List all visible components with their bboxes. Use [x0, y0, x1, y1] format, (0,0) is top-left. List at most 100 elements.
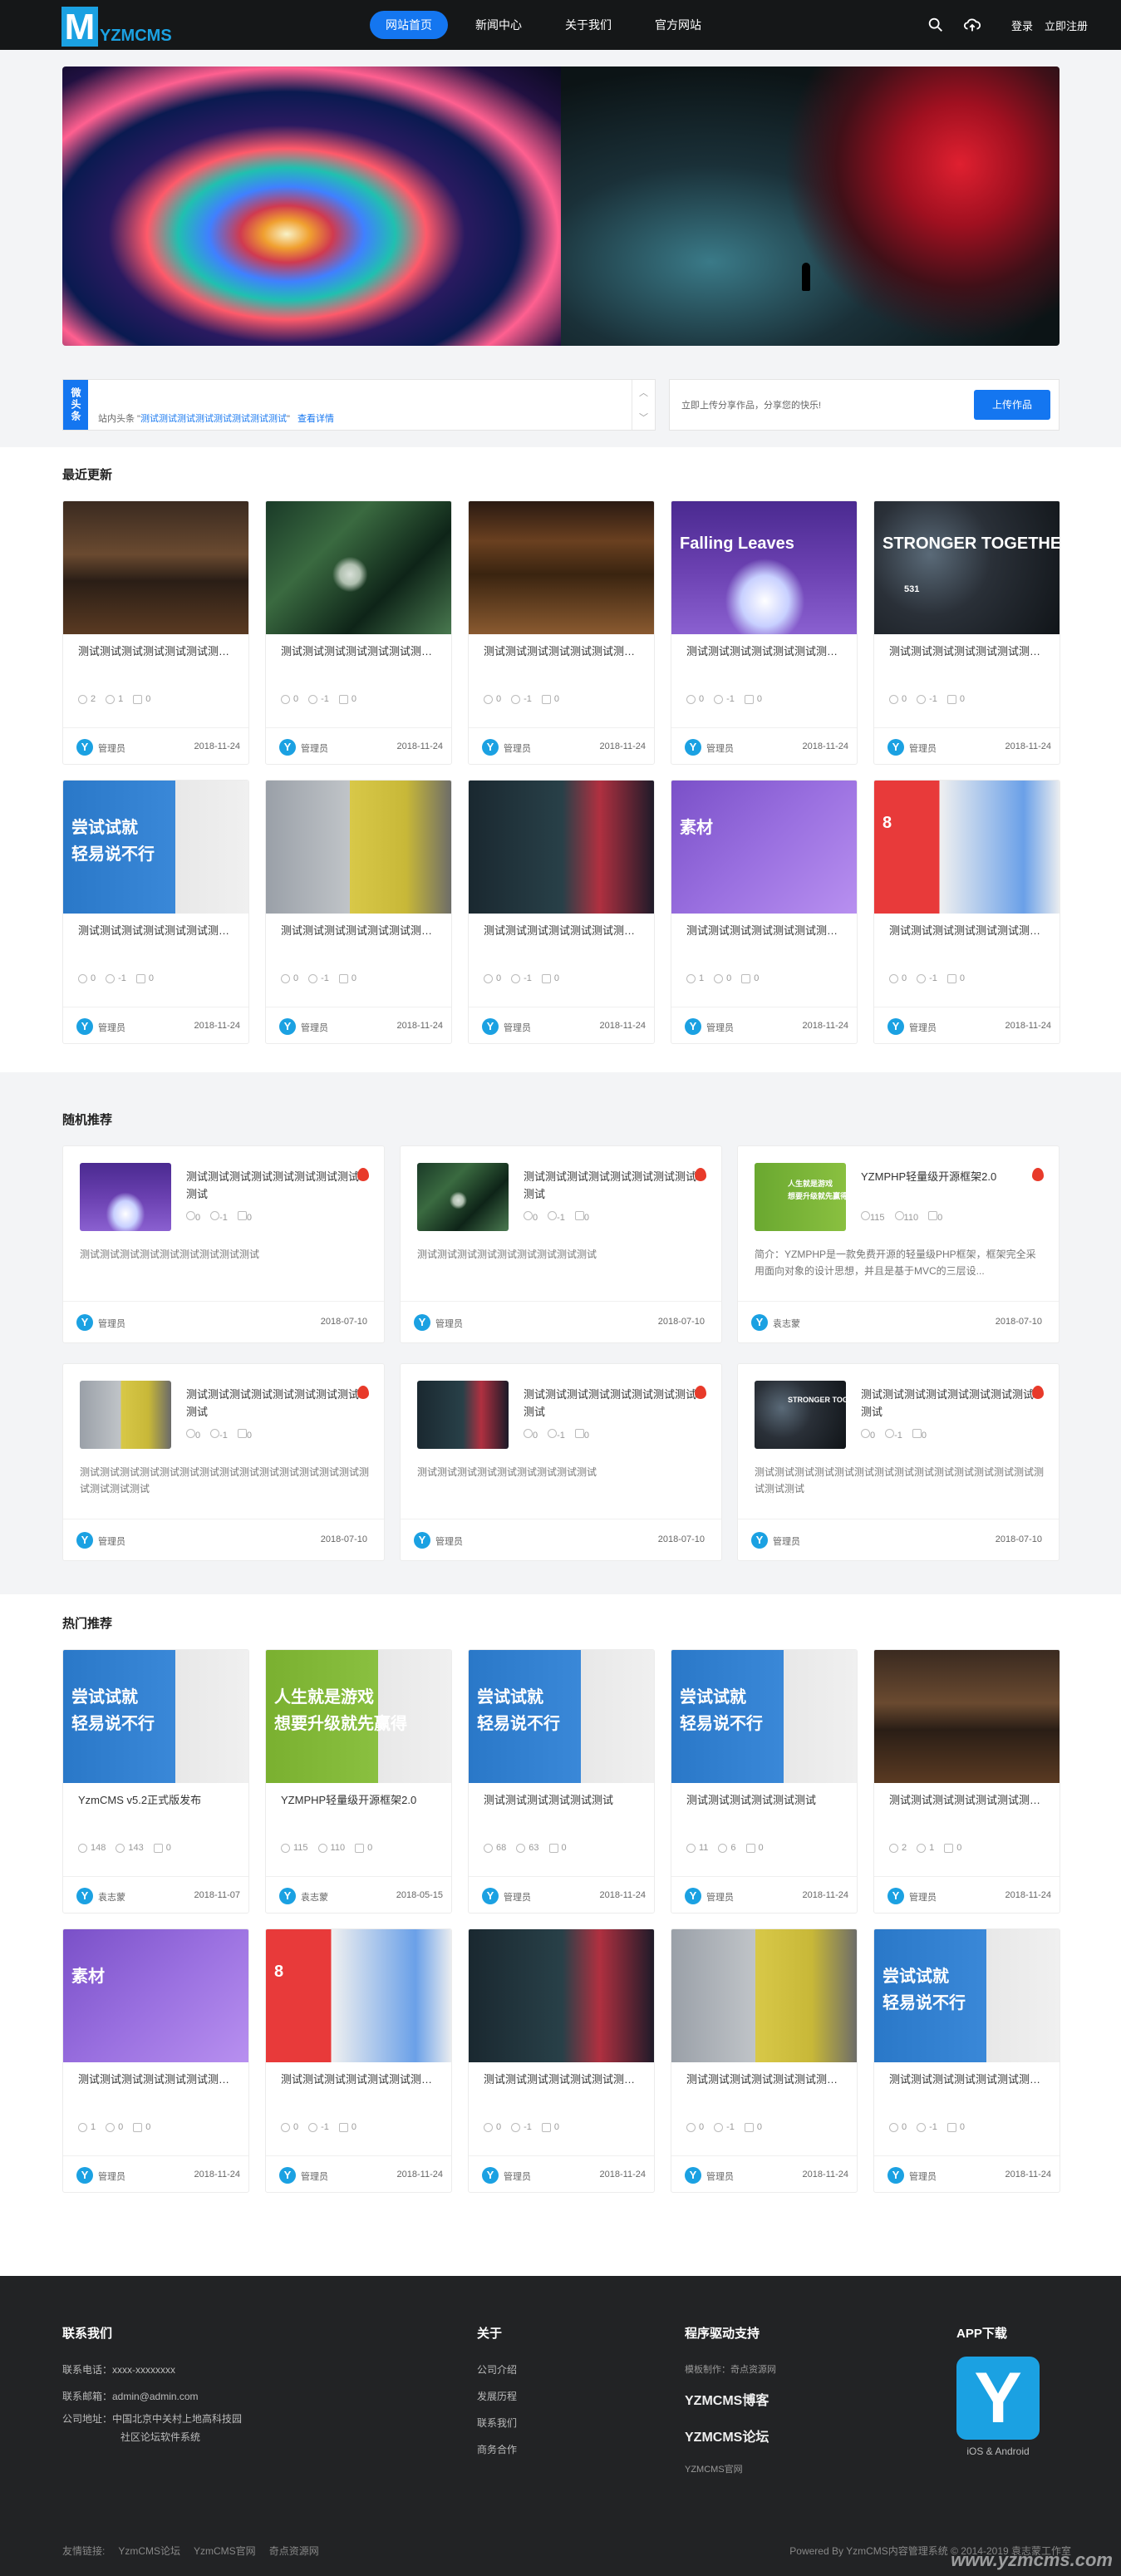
upload-cloud-icon[interactable]	[963, 16, 981, 34]
comment-icon[interactable]	[928, 1211, 938, 1220]
footer-link-contact[interactable]: 联系我们	[477, 2417, 517, 2429]
card-title[interactable]: 测试测试测试测试测试测试测试测试	[889, 2071, 1051, 2086]
nav-official[interactable]: 官方网站	[639, 11, 717, 39]
thumbs-up-icon[interactable]	[106, 973, 116, 983]
thumbs-up-icon[interactable]	[210, 1211, 220, 1220]
register-link[interactable]: 立即注册	[1045, 17, 1088, 33]
login-link[interactable]: 登录	[1011, 17, 1033, 33]
avatar[interactable]: Y	[76, 1018, 93, 1035]
author-name[interactable]: 管理员	[435, 1534, 463, 1548]
footer-logo-blog[interactable]: YZMCMS博客	[685, 2383, 776, 2420]
news-more-link[interactable]: 查看详情	[297, 414, 334, 424]
avatar[interactable]: Y	[414, 1314, 430, 1331]
recommend-card[interactable]: 测试测试测试测试测试测试测试测试测试 0 -1 0 测试测试测试测试测试测试测试测试测试…	[400, 1363, 722, 1561]
thumbs-up-icon[interactable]	[917, 1843, 927, 1853]
recommend-title[interactable]: 测试测试测试测试测试测试测试测试测试	[186, 1386, 361, 1421]
comment-icon[interactable]	[574, 1211, 584, 1220]
comment-icon[interactable]	[133, 694, 143, 704]
comment-icon[interactable]	[548, 1843, 558, 1853]
content-card[interactable]: 测试测试测试测试测试测试测试测试 0 -1 0 Y 管理员 2018-11-24	[265, 500, 452, 765]
card-thumbnail[interactable]: STRONGER TOGETHER 531	[874, 501, 1060, 634]
card-thumbnail[interactable]	[266, 501, 451, 634]
avatar[interactable]: Y	[76, 1888, 93, 1904]
chevron-up-icon[interactable]: ︿	[639, 386, 648, 399]
comment-icon[interactable]	[944, 1843, 954, 1853]
recommend-card[interactable]: 测试测试测试测试测试测试测试测试测试 0 -1 0 测试测试测试测试测试测试测试测试测试…	[400, 1145, 722, 1343]
author-name[interactable]: 管理员	[98, 741, 125, 755]
author-name[interactable]: 管理员	[909, 2170, 937, 2183]
card-thumbnail[interactable]	[469, 501, 654, 634]
avatar[interactable]: Y	[685, 1018, 701, 1035]
thumbs-up-icon[interactable]	[548, 1429, 558, 1438]
avatar[interactable]: Y	[751, 1314, 768, 1331]
content-card[interactable]: 人生就是游戏 想要升级就先赢得 YZMPHP轻量级开源框架2.0 115 110 0 Y 袁志…	[265, 1649, 452, 1914]
nav-news[interactable]: 新闻中心	[460, 11, 538, 39]
content-card[interactable]: 测试测试测试测试测试测试测试测试 0 -1 0 Y 管理员 2018-11-24	[468, 1928, 655, 2193]
thumbs-up-icon[interactable]	[917, 973, 927, 983]
content-card[interactable]: 8 测试测试测试测试测试测试测试测试 0 -1 0 Y 管理员 2018-11-24	[873, 780, 1060, 1044]
author-name[interactable]: 管理员	[909, 1890, 937, 1904]
recommend-card[interactable]: 测试测试测试测试测试测试测试测试测试 0 -1 0 测试测试测试测试测试测试测试测试测试…	[62, 1145, 385, 1343]
card-title[interactable]: YzmCMS v5.2正式版发布	[78, 1791, 240, 1807]
thumbs-up-icon[interactable]	[714, 694, 724, 704]
avatar[interactable]: Y	[887, 739, 904, 756]
comment-icon[interactable]	[133, 2122, 143, 2132]
card-title[interactable]: 测试测试测试测试测试测试	[686, 1791, 848, 1807]
author-name[interactable]: 管理员	[706, 1890, 734, 1904]
avatar[interactable]: Y	[482, 1888, 499, 1904]
card-title[interactable]: 测试测试测试测试测试测试测试测试	[78, 643, 240, 658]
recommend-title[interactable]: 测试测试测试测试测试测试测试测试测试	[524, 1386, 698, 1421]
author-name[interactable]: 管理员	[773, 1534, 800, 1548]
card-thumbnail[interactable]: 尝试试就 轻易说不行	[671, 1650, 857, 1783]
avatar[interactable]: Y	[76, 1314, 93, 1331]
author-name[interactable]: 管理员	[504, 2170, 531, 2183]
thumbs-up-icon[interactable]	[714, 973, 724, 983]
card-thumbnail[interactable]	[63, 501, 248, 634]
author-name[interactable]: 管理员	[504, 1890, 531, 1904]
content-card[interactable]: 测试测试测试测试测试测试测试测试 2 1 0 Y 管理员 2018-11-24	[873, 1649, 1060, 1914]
site-logo[interactable]: M YZMCMS	[61, 2, 172, 47]
card-thumbnail[interactable]	[874, 1650, 1060, 1783]
recommend-card[interactable]: 人生就是游戏 想要升级就先赢得 YZMPHP轻量级开源框架2.0 115 110 0 简介：…	[737, 1145, 1060, 1343]
comment-icon[interactable]	[237, 1429, 247, 1438]
thumbs-up-icon[interactable]	[308, 973, 318, 983]
thumbs-up-icon[interactable]	[917, 2122, 927, 2132]
comment-icon[interactable]	[912, 1429, 922, 1438]
comment-icon[interactable]	[541, 2122, 551, 2132]
thumbs-up-icon[interactable]	[894, 1211, 904, 1220]
author-name[interactable]: 管理员	[98, 1317, 125, 1330]
recommend-thumbnail[interactable]: STRONGER TOGETHER	[755, 1381, 846, 1449]
thumbs-up-icon[interactable]	[718, 1843, 728, 1853]
recommend-thumbnail[interactable]	[417, 1381, 509, 1449]
card-title[interactable]: 测试测试测试测试测试测试测试测试	[484, 2071, 646, 2086]
card-title[interactable]: 测试测试测试测试测试测试	[484, 1791, 646, 1807]
card-title[interactable]: 测试测试测试测试测试测试测试测试	[281, 2071, 443, 2086]
recommend-thumbnail[interactable]: 人生就是游戏 想要升级就先赢得	[755, 1163, 846, 1231]
content-card[interactable]: 8 测试测试测试测试测试测试测试测试 0 -1 0 Y 管理员 2018-11-24	[265, 1928, 452, 2193]
app-logo-icon[interactable]: Y	[956, 2357, 1040, 2440]
content-card[interactable]: 尝试试就 轻易说不行 YzmCMS v5.2正式版发布 148 143 0 Y 袁志蒙 2018…	[62, 1649, 249, 1914]
comment-icon[interactable]	[541, 973, 551, 983]
news-headline-link[interactable]: 测试测试测试测试测试测试测试测试	[140, 414, 287, 424]
comment-icon[interactable]	[946, 973, 956, 983]
card-thumbnail[interactable]: 尝试试就 轻易说不行	[469, 1650, 654, 1783]
thumbs-up-icon[interactable]	[308, 2122, 318, 2132]
thumbs-up-icon[interactable]	[885, 1429, 895, 1438]
card-thumbnail[interactable]: 素材	[63, 1929, 248, 2062]
avatar[interactable]: Y	[685, 1888, 701, 1904]
card-thumbnail[interactable]	[671, 1929, 857, 2062]
avatar[interactable]: Y	[414, 1532, 430, 1549]
hero-carousel[interactable]	[62, 66, 1060, 346]
content-card[interactable]: 尝试试就 轻易说不行 测试测试测试测试测试测试 11 6 0 Y 管理员 2018-11-24	[671, 1649, 858, 1914]
card-thumbnail[interactable]: 尝试试就 轻易说不行	[874, 1929, 1060, 2062]
author-name[interactable]: 袁志蒙	[98, 1890, 125, 1904]
comment-icon[interactable]	[745, 1843, 755, 1853]
recommend-thumbnail[interactable]	[80, 1381, 171, 1449]
author-name[interactable]: 管理员	[504, 741, 531, 755]
avatar[interactable]: Y	[76, 1532, 93, 1549]
comment-icon[interactable]	[338, 973, 348, 983]
author-name[interactable]: 管理员	[909, 1021, 937, 1034]
card-thumbnail[interactable]: 素材	[671, 781, 857, 914]
avatar[interactable]: Y	[887, 1018, 904, 1035]
avatar[interactable]: Y	[482, 1018, 499, 1035]
